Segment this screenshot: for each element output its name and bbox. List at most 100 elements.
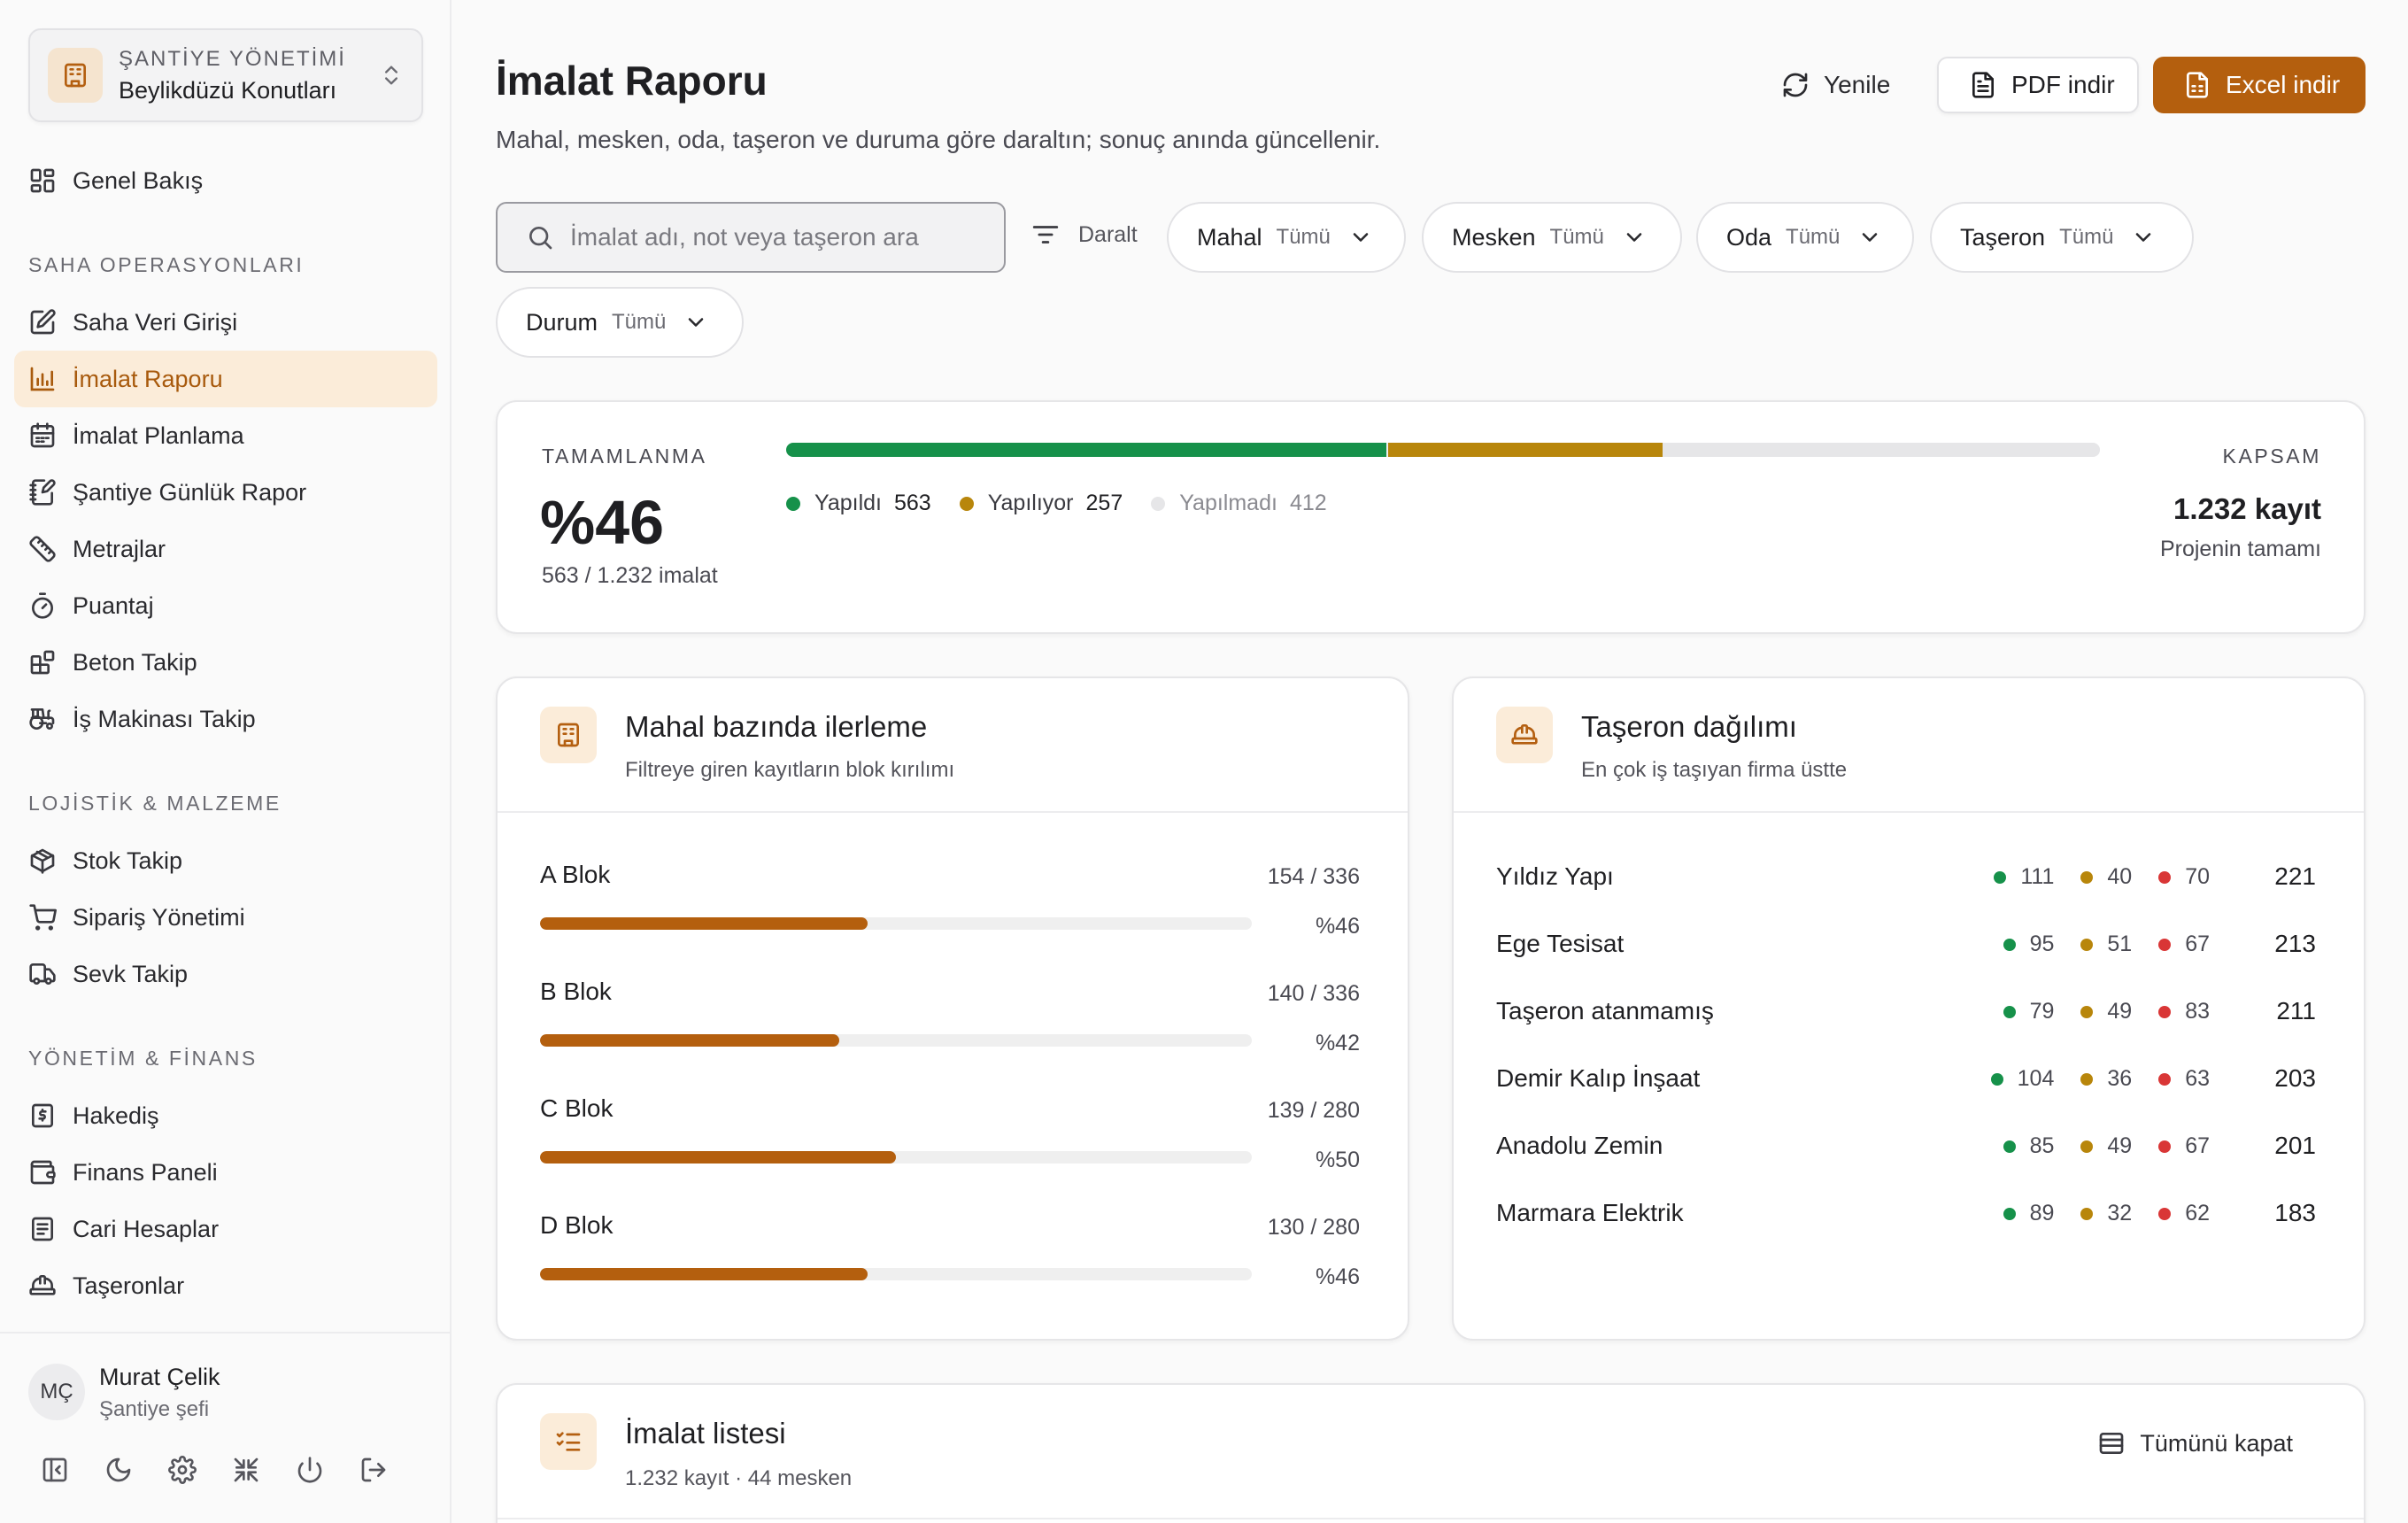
sidebar-item-production-planning[interactable]: İmalat Planlama: [14, 407, 437, 464]
not-done-count: 70: [2185, 864, 2210, 889]
subcontractor-total: 183: [2274, 1199, 2316, 1226]
building-icon: [48, 48, 103, 103]
filter-chip-mesken[interactable]: Mesken Tümü: [1422, 202, 1682, 273]
chip-value: Tümü: [1786, 225, 1841, 249]
block-row[interactable]: C Blok 139 / 280 %50: [540, 1094, 1360, 1192]
subcontractor-row[interactable]: Marmara Elektrik 89 32 62 183: [1496, 1199, 2316, 1234]
sidebar-item-overview[interactable]: Genel Bakış: [14, 152, 437, 209]
chip-label: Mesken: [1452, 223, 1536, 251]
sidebar-item-label: Finans Paneli: [73, 1158, 218, 1186]
bar-segment-in-progress: [1388, 443, 1663, 457]
block-progress-fill: [540, 917, 868, 930]
block-count: 139 / 280: [1267, 1098, 1360, 1123]
excel-download-button[interactable]: Excel indir: [2153, 57, 2366, 113]
scope-label: KAPSAM: [2222, 445, 2321, 468]
in-progress-count: 49: [2107, 999, 2133, 1024]
block-row[interactable]: B Blok 140 / 336 %42: [540, 978, 1360, 1075]
chip-value: Tümü: [1276, 225, 1331, 249]
sidebar-item-timesheet[interactable]: Puantaj: [14, 577, 437, 634]
status-dot-done: [1994, 870, 2007, 884]
power-icon[interactable]: [296, 1456, 324, 1484]
subcontractor-row[interactable]: Anadolu Zemin 85 49 67 201: [1496, 1132, 2316, 1167]
sidebar-item-shipment[interactable]: Sevk Takip: [14, 946, 437, 1002]
list-checks-icon: [540, 1413, 597, 1470]
sidebar-item-label: Saha Veri Girişi: [73, 308, 238, 336]
subcontractor-total: 221: [2274, 862, 2316, 890]
ledger-icon: [28, 1215, 57, 1243]
divider: [498, 1518, 2364, 1519]
sidebar-item-finance-panel[interactable]: Finans Paneli: [14, 1144, 437, 1201]
refresh-button[interactable]: Yenile: [1779, 57, 1903, 113]
sidebar-item-concrete[interactable]: Beton Takip: [14, 634, 437, 691]
sidebar-item-quantities[interactable]: Metrajlar: [14, 521, 437, 577]
legend-name: Yapılıyor: [987, 491, 1074, 515]
moon-icon[interactable]: [104, 1456, 133, 1484]
spreadsheet-icon: [2183, 71, 2211, 99]
subcontractor-name: Anadolu Zemin: [1496, 1132, 1663, 1159]
status-dot-done: [2003, 1207, 2016, 1220]
sidebar-item-accounts[interactable]: Cari Hesaplar: [14, 1201, 437, 1257]
status-dot-not-done: [2158, 938, 2172, 951]
logout-icon[interactable]: [359, 1456, 388, 1484]
filter-chip-taseron[interactable]: Taşeron Tümü: [1930, 202, 2194, 273]
collapse-all-button[interactable]: Tümünü kapat: [2097, 1429, 2293, 1457]
subcontractor-total: 213: [2274, 930, 2316, 957]
subcontractor-row[interactable]: Yıldız Yapı 111 40 70 221: [1496, 862, 2316, 898]
sidebar-item-stock[interactable]: Stok Takip: [14, 832, 437, 889]
chevron-down-icon: [1622, 225, 1647, 250]
subcontractor-row[interactable]: Ege Tesisat 95 51 67 213: [1496, 930, 2316, 965]
panel-header: Mahal bazında ilerleme Filtreye giren ka…: [498, 678, 1408, 813]
sidebar-item-machinery[interactable]: İş Makinası Takip: [14, 691, 437, 747]
filter-chip-mahal[interactable]: Mahal Tümü: [1167, 202, 1406, 273]
search-input[interactable]: [570, 223, 995, 251]
filter-toggle-label: Daralt: [1078, 221, 1138, 247]
sidebar-item-daily-report[interactable]: Şantiye Günlük Rapor: [14, 464, 437, 521]
subcontractor-total: 201: [2274, 1132, 2316, 1159]
minimize-icon[interactable]: [232, 1456, 260, 1484]
panel-header: Taşeron dağılımı En çok iş taşıyan firma…: [1454, 678, 2364, 813]
workspace-switcher[interactable]: ŞANTİYE YÖNETİMİ Beylikdüzü Konutları: [28, 28, 423, 122]
sidebar-item-progress-payment[interactable]: Hakediş: [14, 1087, 437, 1144]
panel-subtitle: 1.232 kayıt · 44 mesken: [625, 1466, 853, 1490]
sidebar-item-production-report[interactable]: İmalat Raporu: [14, 351, 437, 407]
pdf-download-button[interactable]: PDF indir: [1937, 57, 2139, 113]
sidebar-item-orders[interactable]: Sipariş Yönetimi: [14, 889, 437, 946]
legend-name: Yapıldı: [814, 491, 882, 515]
status-dot-in-progress: [2080, 1140, 2094, 1153]
completion-count: 563 / 1.232 imalat: [542, 563, 718, 588]
gear-icon[interactable]: [168, 1456, 197, 1484]
block-progress-panel: Mahal bazında ilerleme Filtreye giren ka…: [496, 676, 1409, 1341]
filter-chip-durum[interactable]: Durum Tümü: [496, 287, 744, 358]
pdf-download-label: PDF indir: [2011, 71, 2115, 98]
sidebar-item-label: Beton Takip: [73, 648, 197, 676]
tractor-icon: [28, 705, 57, 733]
production-list-panel: İmalat listesi 1.232 kayıt · 44 mesken T…: [496, 1383, 2366, 1523]
sidebar-item-label: Metrajlar: [73, 535, 166, 562]
block-progress-fill: [540, 1034, 839, 1047]
sidebar-item-field-entry[interactable]: Saha Veri Girişi: [14, 294, 437, 351]
not-done-count: 67: [2185, 1133, 2210, 1158]
legend-dot-done: [786, 496, 800, 511]
completion-label: TAMAMLANMA: [542, 445, 707, 468]
subcontractor-name: Ege Tesisat: [1496, 930, 1625, 957]
block-row[interactable]: D Blok 130 / 280 %46: [540, 1211, 1360, 1309]
subcontractor-row[interactable]: Taşeron atanmamış 79 49 83 211: [1496, 997, 2316, 1032]
subcontractor-panel: Taşeron dağılımı En çok iş taşıyan firma…: [1452, 676, 2366, 1341]
panel-collapse-icon[interactable]: [41, 1456, 69, 1484]
block-progress-track: [540, 1034, 1252, 1047]
block-progress-fill: [540, 1151, 896, 1164]
sidebar-item-label: Genel Bakış: [73, 166, 204, 194]
avatar[interactable]: MÇ: [28, 1364, 85, 1420]
filter-toggle-button[interactable]: Daralt: [1030, 220, 1138, 250]
filter-chip-oda[interactable]: Oda Tümü: [1696, 202, 1914, 273]
scope-value: 1.232 kayıt: [2173, 492, 2321, 525]
block-progress-track: [540, 1151, 1252, 1164]
subcontractor-row[interactable]: Demir Kalıp İnşaat 104 36 63 203: [1496, 1064, 2316, 1100]
status-dot-done: [2003, 1005, 2016, 1018]
block-row[interactable]: A Blok 154 / 336 %46: [540, 861, 1360, 958]
sidebar-footer: MÇ Murat Çelik Şantiye şefi: [0, 1332, 450, 1523]
rows-icon: [2097, 1429, 2126, 1457]
status-dot-in-progress: [2080, 938, 2094, 951]
search-box: [496, 202, 1006, 273]
sidebar-item-subcontractors[interactable]: Taşeronlar: [14, 1257, 437, 1314]
